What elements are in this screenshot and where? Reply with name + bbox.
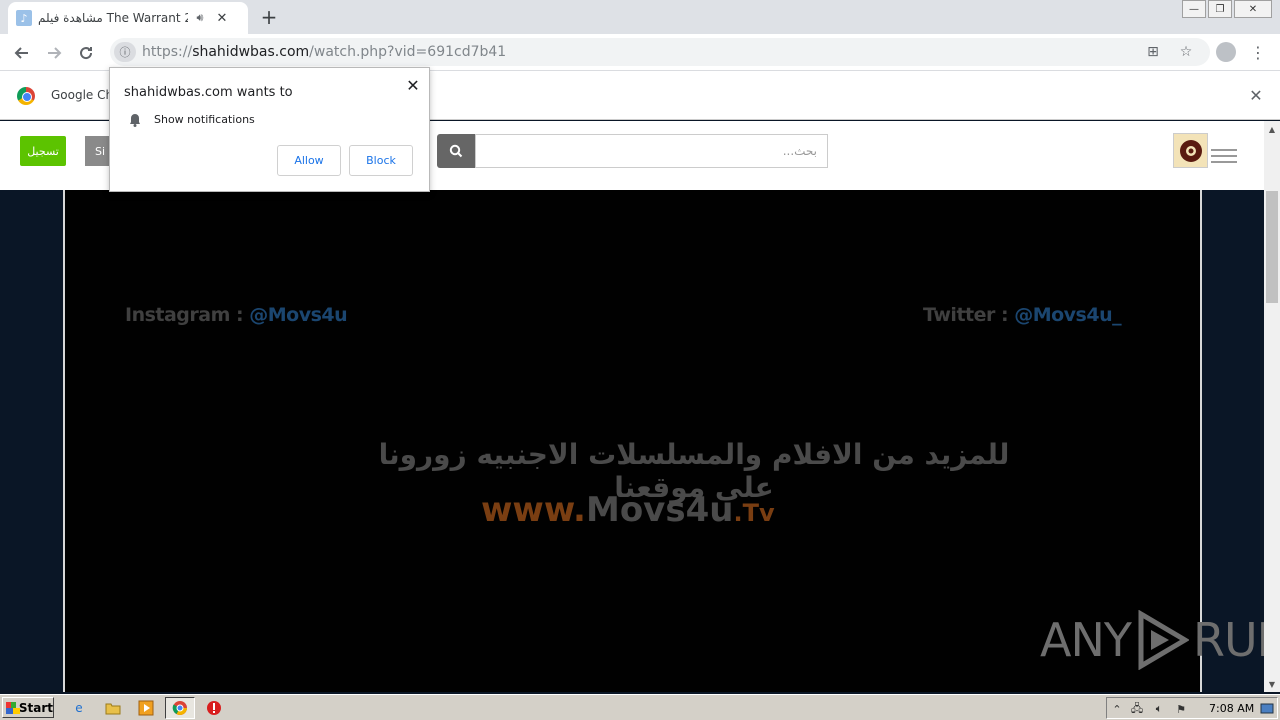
- video-player[interactable]: Instagram : @Movs4u Twitter : @Movs4u_ ل…: [63, 190, 1280, 692]
- permission-item: Show notifications: [154, 113, 255, 126]
- close-window-button[interactable]: ✕: [1234, 0, 1272, 18]
- site-logo[interactable]: [1173, 133, 1208, 168]
- reload-button[interactable]: [72, 39, 100, 67]
- notification-permission-popup: shahidwbas.com wants to ✕ Show notificat…: [109, 67, 430, 192]
- system-tray: ⌃ 🖧︎ 🔈︎ ⚑ 7:08 AM: [1106, 697, 1278, 719]
- profile-avatar-icon[interactable]: [1216, 42, 1236, 62]
- bell-icon: [128, 112, 142, 127]
- browser-toolbar: ⓘ https://shahidwbas.com/watch.php?vid=6…: [0, 34, 1280, 71]
- restore-button[interactable]: ❐: [1208, 0, 1232, 18]
- address-bar[interactable]: ⓘ https://shahidwbas.com/watch.php?vid=6…: [110, 38, 1210, 66]
- anyrun-watermark: ANY RUN: [1040, 610, 1280, 670]
- clock[interactable]: 7:08 AM: [1209, 702, 1254, 715]
- windows-logo-icon: [6, 701, 20, 714]
- infobar-text: Google Ch: [51, 88, 114, 102]
- volume-icon[interactable]: 🔈︎: [1151, 701, 1167, 717]
- internet-explorer-icon[interactable]: e: [70, 699, 88, 717]
- start-button[interactable]: Start: [2, 697, 54, 718]
- bookmark-star-icon[interactable]: ☆: [1177, 43, 1195, 61]
- translate-icon[interactable]: ⊞: [1144, 43, 1162, 61]
- play-logo-icon: [1138, 610, 1189, 670]
- forward-button[interactable]: [40, 39, 68, 67]
- block-button[interactable]: Block: [349, 145, 413, 176]
- register-button[interactable]: تسجيل: [20, 136, 66, 166]
- popup-close-icon[interactable]: ✕: [403, 75, 423, 95]
- scroll-down-arrow-icon[interactable]: ▼: [1264, 676, 1280, 692]
- new-tab-button[interactable]: +: [256, 5, 282, 29]
- media-player-icon[interactable]: [137, 699, 155, 717]
- search-input[interactable]: بحث...: [475, 134, 828, 168]
- hamburger-menu-icon[interactable]: [1211, 149, 1237, 163]
- site-caption: www.Movs4u.Tv: [481, 490, 775, 530]
- stop-sign-icon[interactable]: [205, 699, 223, 717]
- tab-close-icon[interactable]: ✕: [214, 10, 230, 26]
- back-button[interactable]: [8, 39, 36, 67]
- scroll-thumb[interactable]: [1266, 191, 1278, 303]
- show-desktop-icon[interactable]: [1259, 701, 1275, 717]
- menu-icon[interactable]: ⋮: [1250, 41, 1266, 63]
- taskbar: Start e ⌃ 🖧︎ 🔈︎ ⚑ 7:08 AM: [0, 694, 1280, 720]
- twitter-caption: Twitter : @Movs4u_: [923, 304, 1122, 326]
- music-note-icon: ♪: [16, 10, 32, 26]
- infobar-close-icon[interactable]: ✕: [1246, 85, 1266, 105]
- chrome-taskbar-icon[interactable]: [171, 699, 189, 717]
- folder-icon[interactable]: [104, 699, 122, 717]
- page-scrollbar[interactable]: ▲ ▼: [1264, 121, 1280, 692]
- scroll-up-arrow-icon[interactable]: ▲: [1264, 121, 1280, 137]
- instagram-caption: Instagram : @Movs4u: [125, 304, 348, 326]
- url-text[interactable]: https://shahidwbas.com/watch.php?vid=691…: [142, 44, 506, 60]
- speaker-icon[interactable]: 🔊︎: [192, 10, 208, 26]
- chrome-logo-icon: [17, 87, 35, 105]
- permission-title: shahidwbas.com wants to: [124, 85, 293, 100]
- allow-button[interactable]: Allow: [277, 145, 341, 176]
- search-icon: [449, 144, 463, 158]
- network-icon[interactable]: 🖧︎: [1129, 701, 1145, 717]
- minimize-button[interactable]: —: [1182, 0, 1206, 18]
- browser-tab[interactable]: ♪ مشاهدة فيلم The Warrant 2020 🔊︎ ✕: [8, 2, 248, 34]
- tray-expand-icon[interactable]: ⌃: [1109, 701, 1125, 717]
- tab-strip: ♪ مشاهدة فيلم The Warrant 2020 🔊︎ ✕ + — …: [0, 0, 1280, 34]
- tab-title: مشاهدة فيلم The Warrant 2020: [38, 11, 188, 25]
- info-icon[interactable]: ⓘ: [114, 42, 136, 62]
- action-center-flag-icon[interactable]: ⚑: [1173, 701, 1189, 717]
- search-button[interactable]: [437, 134, 475, 168]
